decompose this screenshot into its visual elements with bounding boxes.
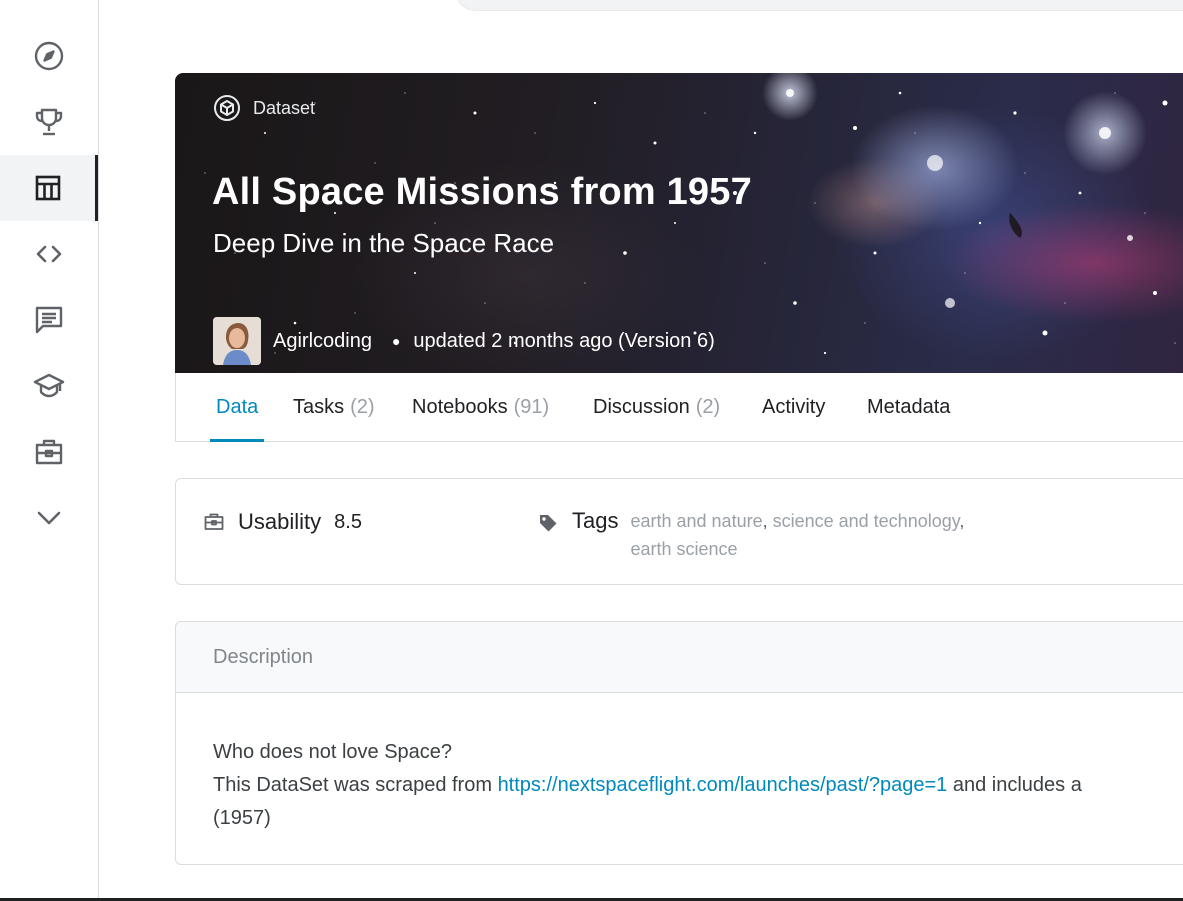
school-icon <box>33 373 64 398</box>
sidebar-item-discussions[interactable] <box>0 287 97 353</box>
trophy-icon <box>35 108 62 136</box>
tab-label: Tasks <box>293 395 345 418</box>
sidebar-item-courses[interactable] <box>0 353 97 419</box>
dataset-title: All Space Missions from 1957 <box>212 171 752 213</box>
description-line: Who does not love Space? <box>213 741 453 763</box>
comment-icon <box>35 306 62 334</box>
usability-tags-card: Usability 8.5 Tags earth and nature, sci… <box>175 478 1183 585</box>
usability-score: 8.5 <box>334 510 362 533</box>
source-link[interactable]: https://nextspaceflight.com/launches/pas… <box>498 774 948 796</box>
description-text: This DataSet was scraped from <box>213 774 498 796</box>
code-icon <box>36 245 61 263</box>
tab-count: (2) <box>695 395 721 418</box>
dataset-type-label: Dataset <box>213 94 315 122</box>
tags-label: Tags <box>572 508 619 533</box>
sidebar-item-explore[interactable] <box>0 23 97 89</box>
usability-label: Usability <box>238 509 322 534</box>
tags: Tags earth and nature, science and techn… <box>538 507 1070 563</box>
tab-tasks[interactable]: Tasks (2) <box>293 373 375 441</box>
compass-icon <box>34 41 63 71</box>
tab-activity[interactable]: Activity <box>762 373 825 441</box>
tag-link[interactable]: earth science <box>630 539 737 559</box>
description-line: (1957) <box>213 807 271 829</box>
description-text: and includes a <box>947 774 1082 796</box>
sidebar-item-more[interactable] <box>0 485 97 551</box>
sidebar-item-jobs[interactable] <box>0 419 97 485</box>
usability: Usability 8.5 <box>204 509 362 535</box>
tab-metadata[interactable]: Metadata <box>867 373 950 441</box>
sidebar-item-code[interactable] <box>0 221 97 287</box>
sidebar <box>0 0 99 901</box>
dataset-tabs: Data Tasks (2) Notebooks (91) Discussion (2… <box>175 373 1183 442</box>
description-line: This DataSet was scraped from https://ne… <box>213 769 1183 802</box>
briefcase-icon <box>35 439 62 465</box>
tab-data[interactable]: Data <box>209 373 265 442</box>
tab-label: Notebooks <box>412 395 508 418</box>
usability-icon <box>204 513 224 530</box>
tag-link[interactable]: science and technology <box>773 511 960 531</box>
tab-label: Activity <box>762 395 826 418</box>
tag-link[interactable]: earth and nature <box>630 511 762 531</box>
avatar[interactable] <box>213 317 261 365</box>
dataset-icon <box>214 95 240 121</box>
dataset-banner: Dataset All Space Missions from 1957 Dee… <box>175 73 1183 373</box>
tag-icon <box>540 515 557 532</box>
description-card: Description Who does not love Space? Thi… <box>175 621 1183 865</box>
dataset-type-text: Dataset <box>253 97 316 118</box>
sidebar-item-datasets[interactable] <box>0 155 98 221</box>
updated-text: updated 2 months ago (Version 6) <box>413 329 715 352</box>
author-name[interactable]: Agirlcoding <box>273 330 372 353</box>
table-icon <box>35 175 60 201</box>
tab-count: (2) <box>350 395 375 418</box>
tab-label: Discussion <box>593 395 690 418</box>
sidebar-item-competitions[interactable] <box>0 89 97 155</box>
tab-label: Metadata <box>867 395 951 418</box>
description-heading: Description <box>176 622 1183 693</box>
tag-list: earth and nature, science and technology… <box>630 507 1070 563</box>
separator-dot: ● <box>391 333 401 349</box>
description-body: Who does not love Space? This DataSet wa… <box>176 693 1183 835</box>
dataset-subtitle: Deep Dive in the Space Race <box>213 228 555 258</box>
tag-separator: , <box>762 511 773 531</box>
chevron-down-icon <box>37 511 60 525</box>
tab-discussion[interactable]: Discussion (2) <box>593 373 720 441</box>
tab-count: (91) <box>513 395 550 418</box>
author-row: Agirlcoding ● updated 2 months ago (Vers… <box>213 317 715 365</box>
tab-label: Data <box>216 395 259 418</box>
tag-separator: , <box>959 511 965 531</box>
search-bar[interactable] <box>455 0 1183 11</box>
tab-notebooks[interactable]: Notebooks (91) <box>412 373 549 441</box>
